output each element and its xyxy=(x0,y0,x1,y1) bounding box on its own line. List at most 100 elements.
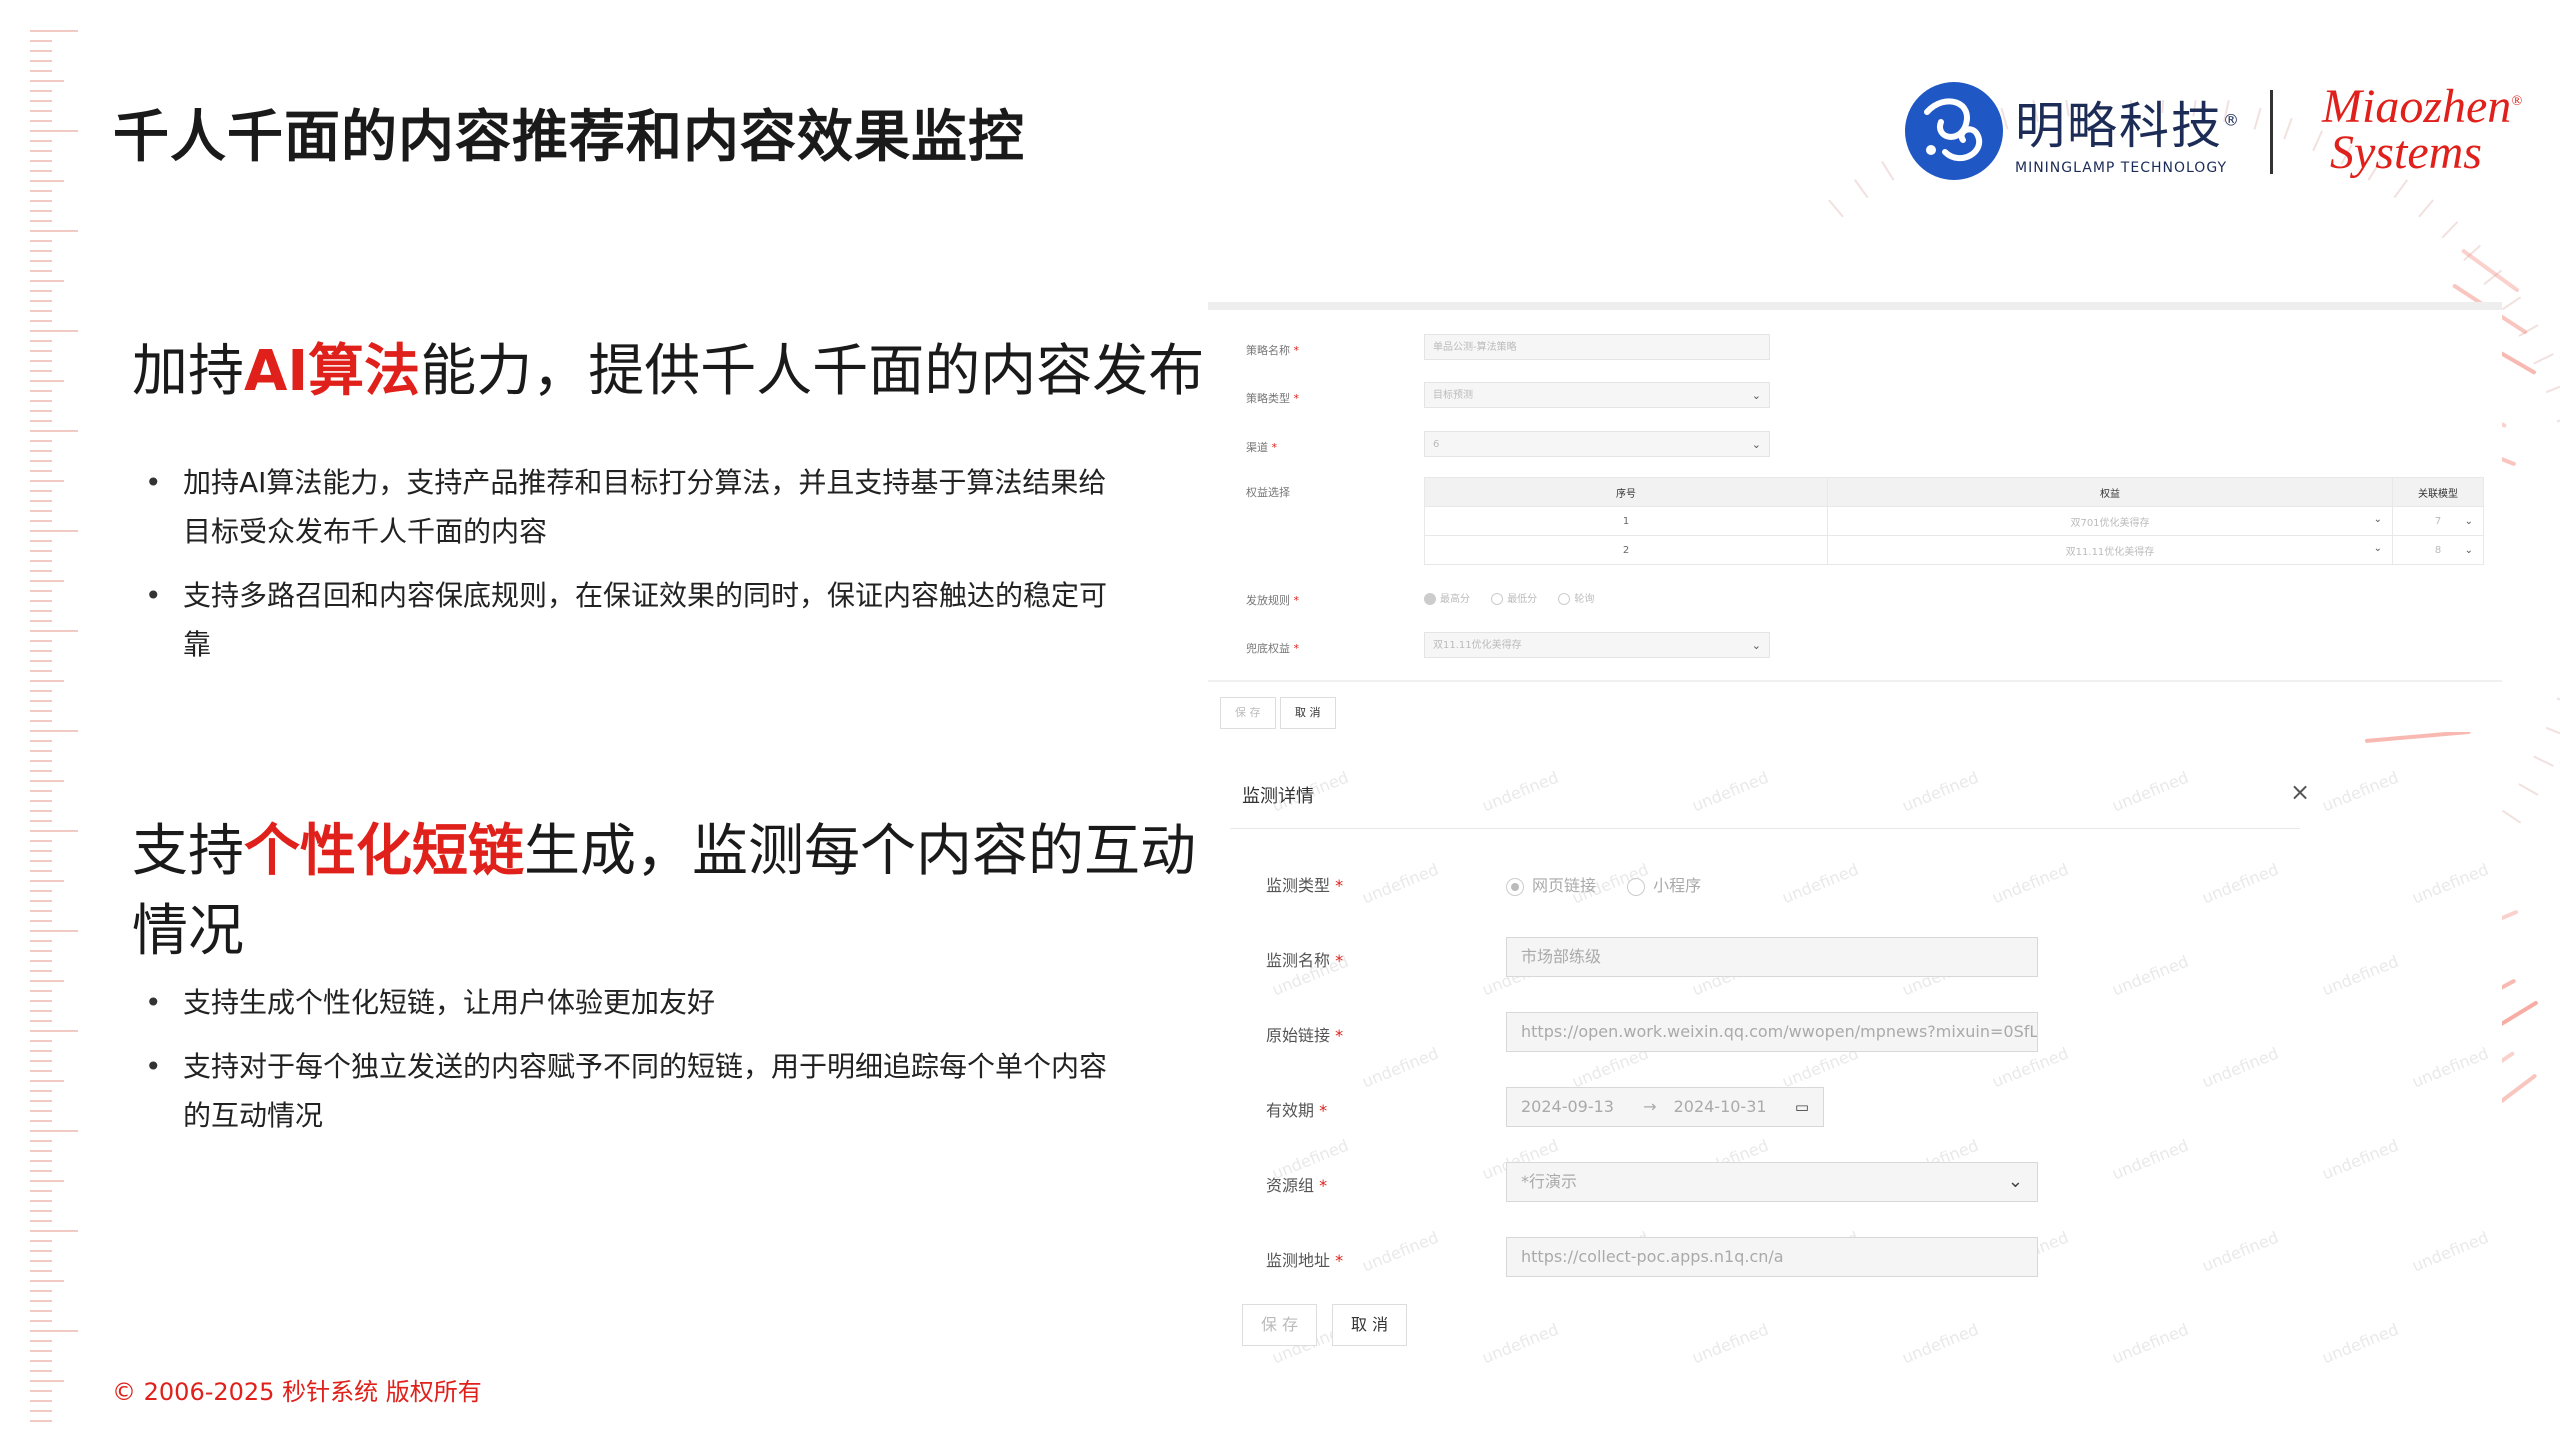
benefit-table: 序号 权益 关联模型 1 双701优化美得存 ⌄ 7 ⌄ 2 双11.11优化美得存… xyxy=(1424,477,2484,565)
validity-date-range[interactable]: 2024-09-13 → 2024-10-31 ▭ xyxy=(1506,1087,1824,1127)
arc-tick xyxy=(2418,199,2434,218)
arc-tick xyxy=(1828,199,1844,218)
ruler-tick xyxy=(30,310,52,312)
sunburst-ray xyxy=(2365,730,2472,744)
ruler-tick xyxy=(30,660,52,662)
original-link-label: 原始链接 * xyxy=(1266,1026,1344,1045)
ruler-tick xyxy=(30,490,52,492)
ruler-tick xyxy=(30,1000,52,1002)
ruler-tick xyxy=(30,940,52,942)
model-select[interactable]: 7 ⌄ xyxy=(2392,506,2484,536)
benefit-select[interactable]: 双11.11优化美得存 ⌄ xyxy=(1827,535,2393,565)
mininglamp-en-name: MININGLAMP TECHNOLOGY xyxy=(2015,160,2228,176)
ruler-tick xyxy=(30,380,64,382)
watermark-text: undefined xyxy=(2319,1319,2402,1368)
ruler-tick xyxy=(30,1050,52,1052)
ruler-tick xyxy=(30,650,52,652)
chevron-down-icon: ⌄ xyxy=(2464,515,2473,527)
ruler-tick xyxy=(30,280,64,282)
section2-heading: 支持个性化短链生成，监测每个内容的互动情况 xyxy=(132,812,1232,972)
rule-label: 发放规则 * xyxy=(1246,594,1299,607)
mininglamp-logo-icon xyxy=(1905,82,2003,180)
watermark-text: undefined xyxy=(2409,859,2492,908)
ruler-tick xyxy=(30,820,52,822)
ruler-tick xyxy=(30,1010,52,1012)
ruler-tick xyxy=(30,210,52,212)
ruler-tick xyxy=(30,130,78,132)
ruler-tick xyxy=(30,510,52,512)
cancel-button[interactable]: 取 消 xyxy=(1332,1304,1408,1346)
ruler-tick xyxy=(30,340,52,342)
start-date: 2024-09-13 xyxy=(1521,1097,1614,1116)
benefit-select[interactable]: 双701优化美得存 ⌄ xyxy=(1827,506,2393,536)
strategy-type-select[interactable]: 目标预测 ⌄ xyxy=(1424,382,1770,408)
miaozhen-registered-mark: ® xyxy=(2511,94,2522,109)
ruler-tick xyxy=(30,460,52,462)
watermark-text: undefined xyxy=(1899,1319,1982,1368)
strategy-name-label: 策略名称 * xyxy=(1246,344,1299,357)
section2-heading-pre: 支持 xyxy=(132,819,244,884)
radio-mini-program[interactable]: 小程序 xyxy=(1627,876,1701,896)
ruler-tick xyxy=(30,1130,78,1132)
ruler-tick xyxy=(30,530,78,532)
chevron-down-icon: ⌄ xyxy=(2464,544,2473,556)
fallback-select[interactable]: 双11.11优化美得存 ⌄ xyxy=(1424,632,1770,658)
date-range-arrow: → xyxy=(1643,1097,1657,1116)
chevron-down-icon: ⌄ xyxy=(2373,513,2382,525)
channel-select[interactable]: 6 ⌄ xyxy=(1424,431,1770,457)
ruler-tick xyxy=(30,520,52,522)
ruler-tick xyxy=(30,1120,52,1122)
rule-radio[interactable]: 轮询 xyxy=(1558,593,1594,605)
close-icon[interactable]: × xyxy=(2290,778,2310,806)
save-button[interactable]: 保 存 xyxy=(1220,697,1276,729)
monitor-name-input[interactable]: 市场部练级 xyxy=(1506,937,2038,977)
mininglamp-cn-name: 明略科技 xyxy=(2015,97,2223,155)
ruler-tick xyxy=(30,190,52,192)
ruler-tick xyxy=(30,1100,52,1102)
table-header: 关联模型 xyxy=(2392,477,2484,507)
form-top-border xyxy=(1208,302,2502,310)
chevron-down-icon: ⌄ xyxy=(1751,389,1761,402)
mininglamp-logo: 明略科技® MININGLAMP TECHNOLOGY xyxy=(1905,82,2241,180)
monitor-name-label: 监测名称 * xyxy=(1266,951,1344,970)
ruler-tick xyxy=(30,390,52,392)
cancel-button[interactable]: 取 消 xyxy=(1280,697,1336,729)
row-index: 1 xyxy=(1424,506,1828,536)
ruler-tick xyxy=(30,700,52,702)
ruler-tick xyxy=(30,1070,52,1072)
ruler-tick xyxy=(30,120,52,122)
fallback-label: 兜底权益 * xyxy=(1246,642,1299,655)
rule-radio[interactable]: 最高分 xyxy=(1424,593,1470,605)
section2-bullets: 支持生成个性化短链，让用户体验更加友好 支持对于每个独立发送的内容赋予不同的短链… xyxy=(145,978,1115,1155)
ruler-tick xyxy=(30,170,52,172)
rule-radio[interactable]: 最低分 xyxy=(1491,593,1537,605)
monitor-address-input[interactable]: https://collect-poc.apps.n1q.cn/a xyxy=(1506,1237,2038,1277)
ruler-tick xyxy=(30,1350,52,1352)
ruler-tick xyxy=(30,250,52,252)
section1-bullet: 支持多路召回和内容保底规则，在保证效果的同时，保证内容触达的稳定可靠 xyxy=(145,571,1115,669)
model-select[interactable]: 8 ⌄ xyxy=(2392,535,2484,565)
section1-heading-post: 能力，提供千人千面的内容发布 xyxy=(420,339,1205,404)
watermark-text: undefined xyxy=(2319,767,2402,816)
monitor-dialog-screenshot: undefined undefined undefined undefined unde… xyxy=(1210,762,2502,1412)
sunburst-ray xyxy=(2460,248,2520,293)
watermark-text: undefined xyxy=(2199,1227,2282,1276)
ruler-tick xyxy=(30,1340,52,1342)
ruler-tick xyxy=(30,1370,52,1372)
ruler-tick xyxy=(30,440,52,442)
ruler-tick xyxy=(30,930,78,932)
arc-tick xyxy=(2393,179,2409,199)
section2-heading-highlight: 个性化短链 xyxy=(244,819,524,884)
original-link-input[interactable]: https://open.work.weixin.qq.com/wwopen/m… xyxy=(1506,1012,2038,1052)
ruler-tick xyxy=(30,1290,52,1292)
save-button[interactable]: 保 存 xyxy=(1242,1304,1318,1346)
ruler-tick xyxy=(30,1030,78,1032)
radio-web-link[interactable]: 网页链接 xyxy=(1506,876,1596,896)
resource-group-select[interactable]: *行演示 ⌄ xyxy=(1506,1162,2038,1202)
strategy-name-input[interactable]: 单品公测-算法策略 xyxy=(1424,334,1770,360)
chevron-down-icon: ⌄ xyxy=(1751,639,1761,652)
ruler-tick xyxy=(30,180,64,182)
ruler-tick xyxy=(30,1420,52,1422)
ruler-tick xyxy=(30,870,52,872)
ruler-tick xyxy=(30,1020,52,1022)
